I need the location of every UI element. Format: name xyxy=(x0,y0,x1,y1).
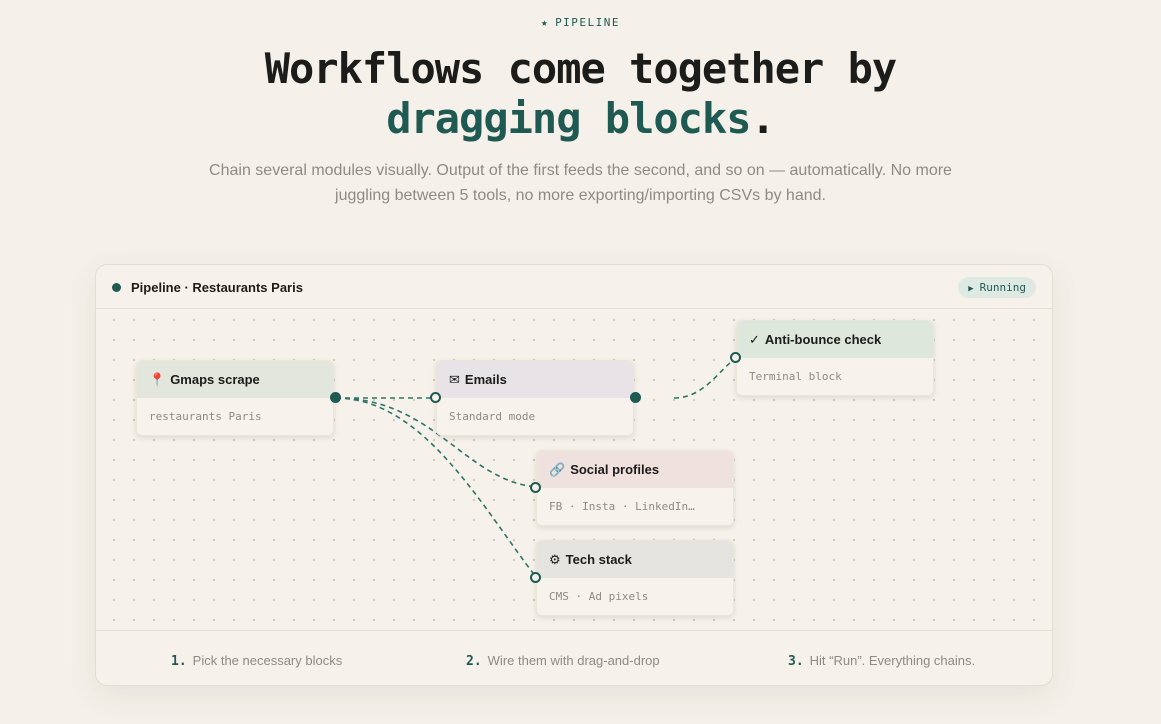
gmaps-output-port[interactable] xyxy=(330,392,341,403)
emails-output-port[interactable] xyxy=(630,392,641,403)
node-title: Anti-bounce check xyxy=(764,332,882,347)
node-title: Social profiles xyxy=(570,462,660,477)
step-item: 3. Hit “Run”. Everything chains. xyxy=(788,653,975,669)
node-header: ✉ Emails xyxy=(437,361,633,398)
step-number: 3. xyxy=(788,654,804,669)
gear-icon: ⚙ xyxy=(549,552,561,567)
node-social-profiles[interactable]: 🔗 Social profiles FB · Insta · LinkedIn… xyxy=(536,450,734,526)
step-label: Wire them with drag-and-drop xyxy=(487,653,660,668)
node-header: ✓ Anti-bounce check xyxy=(737,321,933,358)
node-header: 📍 Gmaps scrape xyxy=(137,361,333,398)
node-body: FB · Insta · LinkedIn… xyxy=(549,500,695,513)
pin-icon: 📍 xyxy=(149,372,166,387)
link-icon: 🔗 xyxy=(549,462,566,477)
status-badge[interactable]: ▶ Running xyxy=(958,277,1036,298)
steps-footer: 1. Pick the necessary blocks 2. Wire them … xyxy=(96,630,1052,685)
panel-header: Pipeline · Restaurants Paris ▶ Running xyxy=(96,265,1052,309)
node-title: Gmaps scrape xyxy=(170,372,260,387)
check-icon: ✓ xyxy=(749,332,760,347)
wire-emails-antibounce xyxy=(673,357,737,399)
page-title: Workflows come together by dragging bloc… xyxy=(0,44,1161,144)
step-item: 2. Wire them with drag-and-drop xyxy=(466,653,660,669)
node-header: ⚙ Tech stack xyxy=(537,541,733,578)
page-subtitle: Chain several modules visually. Output o… xyxy=(180,158,981,208)
play-icon: ▶ xyxy=(968,284,974,294)
headline-period: . xyxy=(750,94,776,143)
eyebrow-label: PIPELINE xyxy=(555,16,621,29)
step-item: 1. Pick the necessary blocks xyxy=(171,653,342,669)
node-emails[interactable]: ✉ Emails Standard mode xyxy=(436,360,634,436)
headline-line1: Workflows come together by xyxy=(264,44,897,93)
mail-icon: ✉ xyxy=(449,372,460,387)
node-body: Terminal block xyxy=(749,370,842,383)
step-label: Pick the necessary blocks xyxy=(192,653,343,668)
status-label: Running xyxy=(979,281,1026,294)
pipeline-panel: Pipeline · Restaurants Paris ▶ Running 📍 G… xyxy=(95,264,1053,686)
status-dot-icon xyxy=(112,283,121,292)
headline-accent: dragging blocks xyxy=(386,94,751,143)
tech-input-port[interactable] xyxy=(530,572,541,583)
node-header: 🔗 Social profiles xyxy=(537,451,733,488)
pipeline-canvas[interactable]: 📍 Gmaps scrape restaurants Paris ✉ Emails … xyxy=(104,310,1046,630)
node-gmaps-scrape[interactable]: 📍 Gmaps scrape restaurants Paris xyxy=(136,360,334,436)
star-icon: ★ xyxy=(540,16,550,29)
emails-input-port[interactable] xyxy=(430,392,441,403)
subtitle-line2: juggling between 5 tools, no more export… xyxy=(335,187,826,204)
step-number: 2. xyxy=(466,654,482,669)
node-body: Standard mode xyxy=(449,410,536,423)
node-title: Emails xyxy=(464,372,507,387)
node-title: Tech stack xyxy=(565,552,632,567)
node-anti-bounce[interactable]: ✓ Anti-bounce check Terminal block xyxy=(736,320,934,396)
social-input-port[interactable] xyxy=(530,482,541,493)
step-number: 1. xyxy=(171,654,187,669)
section-eyebrow: ★ PIPELINE xyxy=(0,16,1161,29)
pipeline-title: Pipeline · Restaurants Paris xyxy=(131,280,303,295)
node-body: restaurants Paris xyxy=(149,410,262,423)
node-tech-stack[interactable]: ⚙ Tech stack CMS · Ad pixels xyxy=(536,540,734,616)
node-body: CMS · Ad pixels xyxy=(549,590,649,603)
antibounce-input-port[interactable] xyxy=(730,352,741,363)
subtitle-line1: Chain several modules visually. Output o… xyxy=(209,162,952,179)
step-label: Hit “Run”. Everything chains. xyxy=(809,653,976,668)
